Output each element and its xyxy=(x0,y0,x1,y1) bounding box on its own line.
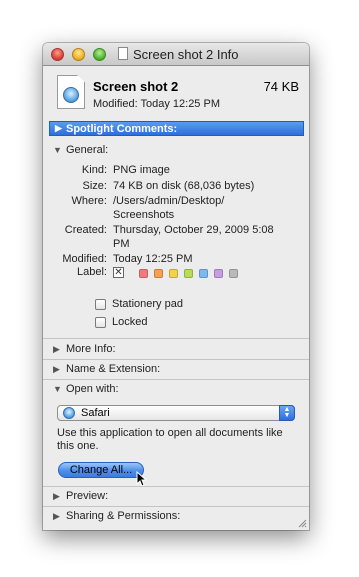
label-yellow-swatch[interactable] xyxy=(169,269,178,278)
disclosure-right-icon: ▶ xyxy=(53,511,60,521)
name-extension-disclosure[interactable]: ▶ Name & Extension: xyxy=(43,361,309,379)
created-value-line2: PM xyxy=(113,238,130,250)
kind-label: Kind: xyxy=(81,164,107,176)
resize-grip-icon[interactable] xyxy=(297,518,307,528)
preview-badge-icon xyxy=(63,87,79,103)
modified-label: Modified: xyxy=(62,253,107,265)
created-label: Created: xyxy=(64,224,107,236)
label-purple-swatch[interactable] xyxy=(214,269,223,278)
section-divider xyxy=(43,338,309,339)
where-label: Where: xyxy=(71,195,107,207)
disclosure-down-icon: ▼ xyxy=(53,384,62,394)
disclosure-right-icon: ▶ xyxy=(53,491,60,501)
file-modified: Modified: Today 12:25 PM xyxy=(93,98,220,110)
more-info-disclosure[interactable]: ▶ More Info: xyxy=(43,341,309,359)
disclosure-right-icon: ▶ xyxy=(53,344,60,354)
info-window: Screen shot 2 Info Screen shot 2 74 KB M… xyxy=(43,43,309,530)
open-with-description: Use this application to open all documen… xyxy=(57,427,283,452)
popup-arrows-icon: ▲ ▼ xyxy=(279,405,295,421)
section-divider xyxy=(43,486,309,487)
where-value-line1: /Users/admin/Desktop/ xyxy=(113,195,225,207)
section-divider xyxy=(43,506,309,507)
where-value-line2: Screenshots xyxy=(113,209,175,221)
change-all-button[interactable]: Change All... xyxy=(58,462,144,478)
created-value-line1: Thursday, October 29, 2009 5:08 xyxy=(113,224,274,236)
section-divider xyxy=(43,379,309,380)
label-red-swatch[interactable] xyxy=(139,269,148,278)
document-proxy-icon[interactable] xyxy=(118,47,128,60)
general-disclosure[interactable]: ▼ General: xyxy=(43,142,309,160)
general-label: General: xyxy=(66,144,109,156)
label-green-swatch[interactable] xyxy=(184,269,193,278)
locked-checkbox[interactable] xyxy=(95,317,106,328)
png-file-icon xyxy=(57,75,85,109)
size-label: Size: xyxy=(82,180,107,192)
label-gray-swatch[interactable] xyxy=(229,269,238,278)
mouse-pointer-icon xyxy=(136,471,148,487)
section-divider xyxy=(43,359,309,360)
preview-label: Preview: xyxy=(66,490,109,502)
open-with-app-name: Safari xyxy=(81,407,110,419)
spotlight-comments-disclosure[interactable]: ▶ Spotlight Comments: xyxy=(49,121,304,136)
label-orange-swatch[interactable] xyxy=(154,269,163,278)
zoom-button[interactable] xyxy=(93,48,106,61)
label-label: Label: xyxy=(77,266,107,278)
stationery-pad-label: Stationery pad xyxy=(112,298,183,310)
locked-label: Locked xyxy=(112,316,148,328)
open-with-app-popup[interactable]: Safari ▲ ▼ xyxy=(57,405,295,421)
sharing-permissions-disclosure[interactable]: ▶ Sharing & Permissions: xyxy=(43,508,309,526)
stationery-pad-checkbox[interactable] xyxy=(95,299,106,310)
open-with-disclosure[interactable]: ▼ Open with: xyxy=(43,381,309,399)
minimize-button[interactable] xyxy=(72,48,85,61)
disclosure-right-icon: ▶ xyxy=(55,123,62,133)
more-info-label: More Info: xyxy=(66,343,116,355)
file-header: Screen shot 2 74 KB Modified: Today 12:2… xyxy=(43,66,309,118)
disclosure-down-icon: ▼ xyxy=(53,145,62,155)
sharing-permissions-label: Sharing & Permissions: xyxy=(66,510,181,522)
name-extension-label: Name & Extension: xyxy=(66,363,161,375)
file-name: Screen shot 2 xyxy=(93,79,179,94)
modified-value: Today 12:25 PM xyxy=(113,253,193,265)
spotlight-comments-label: Spotlight Comments: xyxy=(66,123,178,135)
close-button[interactable] xyxy=(51,48,64,61)
title-bar[interactable]: Screen shot 2 Info xyxy=(43,43,309,66)
window-title: Screen shot 2 Info xyxy=(133,47,239,62)
disclosure-right-icon: ▶ xyxy=(53,364,60,374)
open-with-label: Open with: xyxy=(66,383,119,395)
preview-disclosure[interactable]: ▶ Preview: xyxy=(43,488,309,506)
kind-value: PNG image xyxy=(113,164,170,176)
file-size: 74 KB xyxy=(263,79,299,94)
safari-compass-icon xyxy=(63,407,75,419)
label-blue-swatch[interactable] xyxy=(199,269,208,278)
label-none-button[interactable]: ✕ xyxy=(113,267,124,278)
size-value: 74 KB on disk (68,036 bytes) xyxy=(113,180,255,192)
